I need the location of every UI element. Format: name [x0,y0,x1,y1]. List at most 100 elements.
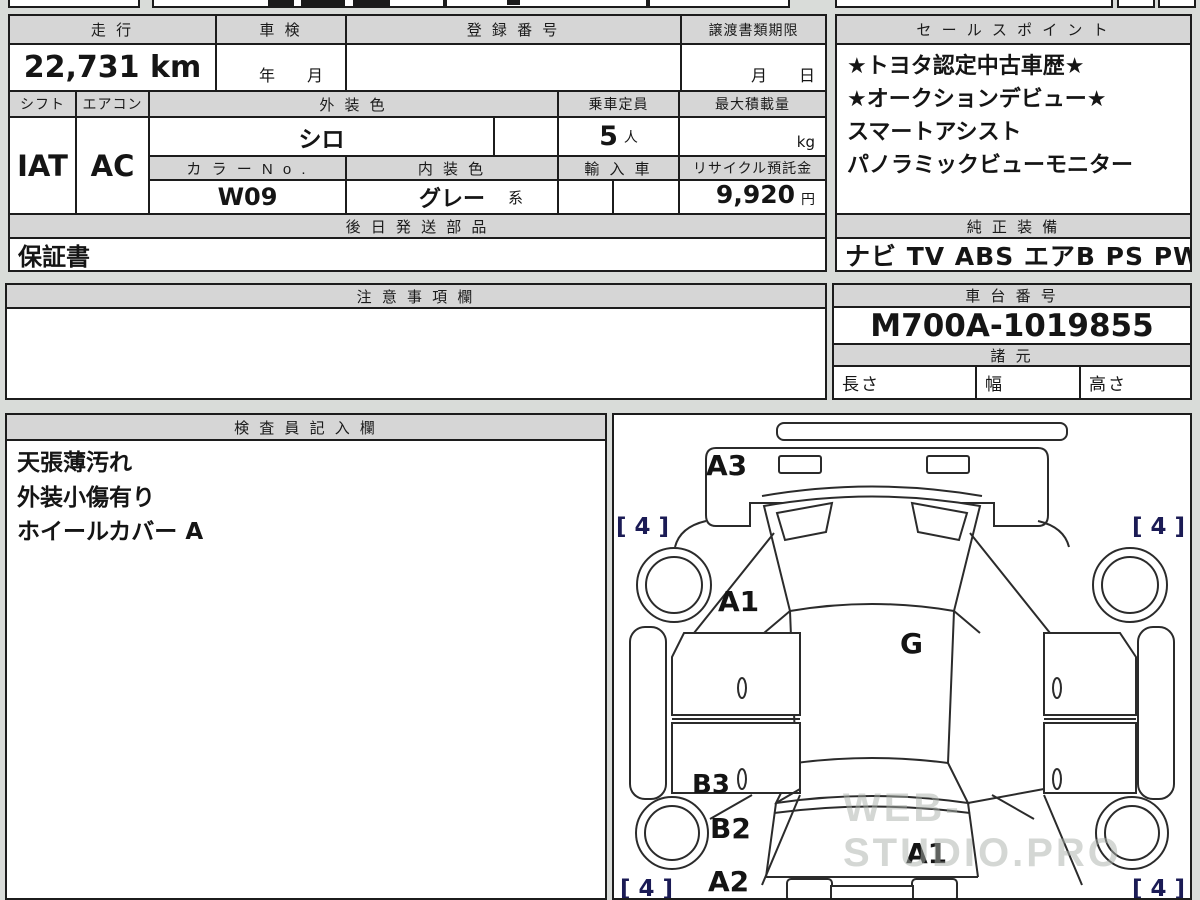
interior-color-header: 内 装 色 [345,155,559,181]
interior-color-value: グレー 系 [345,179,559,215]
left-front-door-shape [671,632,801,716]
rear-bumper-left-shape [786,878,833,900]
right-front-door-handle [1052,677,1062,699]
damage-code-b2: B2 [710,812,751,845]
transfer-deadline-header: 譲渡書類期限 [680,14,827,45]
rear-window-shape [774,762,970,805]
chassis-value: M700A-1019855 [832,306,1192,345]
spec-width-cell: 幅 [975,365,1081,400]
sales-point-item: スマートアシスト [847,120,1022,145]
clipped-cell [152,0,445,8]
sales-point-item: ★トヨタ認定中古車歴★ [847,54,1085,79]
specs-header: 諸 元 [832,343,1192,367]
clipped-cell [1117,0,1155,8]
inspection-header: 車 検 [215,14,347,45]
front-bumper-shape [776,422,1068,441]
interior-color-suffix: 系 [507,188,523,207]
rear-left-wheel-inner [644,805,700,861]
capacity-value: 5 人 [557,116,680,157]
max-load-header: 最大積載量 [678,90,827,118]
genuine-equipment-header: 純 正 装 備 [835,213,1192,239]
clipped-cell [835,0,1113,8]
damage-code-g: G [900,627,923,660]
registration-header: 登 録 番 号 [345,14,682,45]
mileage-value: 22,731 km [8,43,217,92]
roof-shape [789,610,955,765]
clipped-cell [445,0,648,8]
shift-value: IAT [8,116,77,215]
front-left-wheel-inner [645,556,703,614]
recycle-deposit-header: リサイクル預託金 [678,155,827,181]
left-front-door-handle [737,677,747,699]
exterior-color-value: シロ [148,116,495,157]
left-rocker-shape [629,626,667,800]
inspection-value: 年 月 [215,43,347,92]
registration-value [345,43,682,92]
damage-code-a1-front: A1 [718,585,759,618]
clipped-cell [8,0,140,8]
front-right-wheel-inner [1101,556,1159,614]
tire-tread-front-left: [ 4 ] [616,514,669,540]
clipped-cell [648,0,790,8]
inspector-note-line: ホイールカバー A [17,519,204,545]
left-front-fender-line [674,520,707,548]
import-car-header: 輸 入 車 [557,155,680,181]
rear-bumper-right-shape [911,878,958,900]
front-lamp-left-shape [778,455,822,474]
mileage-header: 走 行 [8,14,217,45]
clipped-text-fragment [268,0,294,7]
aircon-header: エアコン [75,90,150,118]
import-car-value-2 [612,179,680,215]
car-diagram-svg: A3 A1 G B3 B2 A2 A1 [ 4 ] [ 4 ] [ 4 ] [ … [616,422,1185,900]
later-parts-value: 保証書 [8,237,827,272]
car-damage-diagram: A3 A1 G B3 B2 A2 A1 [ 4 ] [ 4 ] [ 4 ] [ … [612,413,1192,900]
auction-sheet: 走 行 車 検 登 録 番 号 譲渡書類期限 22,731 km 年 月 月 日… [0,0,1200,900]
notes-body [5,307,827,400]
tire-tread-rear-left: [ 4 ] [620,876,673,898]
chassis-header: 車 台 番 号 [832,283,1192,308]
spec-length-cell: 長さ [832,365,977,400]
color-no-value: W09 [148,179,347,215]
genuine-equipment-value: ナビ TV ABS エアB PS PW [835,237,1192,272]
left-rear-door-handle [737,768,747,790]
front-lamp-right-shape [926,455,970,474]
clipped-text-fragment [301,0,345,8]
rear-right-wheel-inner [1104,805,1160,861]
capacity-unit: 人 [623,129,638,146]
inspector-note-line: 天張薄汚れ [17,450,132,476]
damage-code-a2: A2 [708,865,749,898]
damage-code-a1-rear: A1 [906,837,947,870]
sales-points-header: セ ー ル ス ポ イ ン ト [835,14,1192,45]
recycle-deposit-value: 9,920 円 [678,179,827,215]
tire-tread-front-right: [ 4 ] [1132,514,1185,540]
clipped-text-fragment [353,0,390,7]
sales-point-item: ★オークションデビュー★ [847,87,1107,112]
inspector-note-line: 外装小傷有り [17,484,155,511]
recycle-deposit-number: 9,920 [715,180,795,209]
tire-tread-rear-right: [ 4 ] [1132,876,1185,898]
later-parts-header: 後 日 発 送 部 品 [8,213,827,239]
recycle-deposit-unit: 円 [801,192,815,208]
sales-point-item: パノラミックビューモニター [847,153,1134,178]
capacity-header: 乗車定員 [557,90,680,118]
color-no-header: カ ラ ー N o . [148,155,347,181]
spec-height-cell: 高さ [1079,365,1192,400]
right-rear-door-handle [1052,768,1062,790]
interior-color-name: グレー [418,187,485,212]
right-front-door-shape [1043,632,1137,716]
sales-points-list: ★トヨタ認定中古車歴★ ★オークションデビュー★ スマートアシスト パノラミック… [835,43,1192,215]
exterior-color-header: 外 装 色 [148,90,559,118]
import-car-value-1 [557,179,614,215]
damage-code-b3: B3 [692,770,730,800]
tailgate-crease-line [773,805,971,814]
right-quarter-lines [967,788,1083,886]
notes-header: 注 意 事 項 欄 [5,283,827,309]
clipped-text-fragment [507,0,520,5]
capacity-number: 5 [599,121,618,152]
clipped-cell [1158,0,1196,8]
inspector-header: 検 査 員 記 入 欄 [5,413,607,441]
transfer-deadline-value: 月 日 [680,43,827,92]
exterior-color-extra-cell [493,116,559,157]
damage-code-a3: A3 [706,449,747,482]
max-load-value: kg [678,116,827,157]
